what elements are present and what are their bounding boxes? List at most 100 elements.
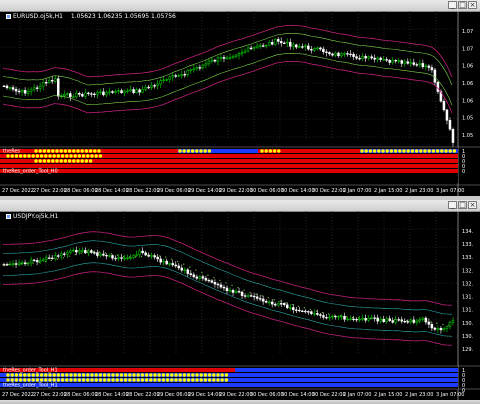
ma-dot [394, 319, 396, 321]
candle [60, 253, 63, 257]
price-chart[interactable]: 134. 133. 133. 132. 132. 131. 131. 130. 130. 129.… [0, 211, 480, 400]
signal-dot [207, 378, 212, 382]
ma-dot [32, 262, 34, 264]
indicator-bar [0, 373, 458, 377]
time-axis-label: 29 Dec 22:00 [219, 188, 253, 194]
candle [189, 69, 193, 71]
candle [267, 301, 271, 304]
candle [132, 89, 135, 93]
signal-dot [42, 149, 47, 153]
price-axis-label: 134. [462, 229, 474, 235]
signal-dot [186, 378, 191, 382]
eurusd-chart-window[interactable]: _ □ × EURUSD.oj5k,H1 1.05623 1.06235 1.0… [0, 0, 480, 196]
signal-dot [149, 373, 153, 377]
ma-dot [56, 258, 58, 260]
price-chart[interactable]: 1.07 1.07 1.06 1.06 1.06 1.05 1.05 theRes theRes… [0, 11, 480, 196]
price-axis-label: 133. [462, 242, 474, 248]
time-axis-label: 28 Dec 22:00 [126, 392, 160, 398]
candle [174, 75, 178, 77]
signal-dot [10, 373, 14, 377]
candle [234, 54, 238, 57]
ma-dot [237, 287, 239, 289]
ma-dot [8, 263, 10, 265]
signal-dot [80, 149, 84, 153]
candle [90, 93, 93, 95]
candle [373, 57, 376, 60]
minimize-button[interactable]: _ [448, 201, 457, 209]
signal-dot [115, 373, 119, 377]
maximize-button[interactable]: □ [458, 201, 467, 209]
signal-dot [165, 378, 170, 382]
candle [75, 249, 78, 253]
signal-dot [203, 378, 208, 382]
ma-dot [442, 324, 444, 326]
candle [168, 76, 171, 80]
ma-dot [86, 251, 88, 253]
ma-dot [231, 284, 233, 286]
candle [165, 260, 168, 265]
candle [99, 91, 102, 93]
signal-dot [94, 154, 98, 158]
ma-dot [207, 274, 209, 276]
candle [379, 318, 382, 322]
candle [270, 301, 274, 305]
ma-dot [321, 312, 324, 314]
candle [301, 310, 304, 312]
signal-dot [111, 378, 115, 382]
candle [150, 85, 153, 88]
time-axis-label: 29 Dec 14:00 [188, 392, 222, 398]
maximize-button[interactable]: □ [458, 1, 467, 9]
ma-dot [436, 322, 438, 324]
time-axis-label: 28 Dec 14:00 [95, 188, 129, 194]
candle [385, 318, 388, 322]
ma-dot [20, 263, 22, 265]
candle [331, 315, 334, 318]
candle [123, 257, 126, 260]
signal-dot [60, 378, 65, 382]
signal-dot [56, 378, 61, 382]
indicator-bar [60, 159, 458, 163]
candle [198, 67, 202, 69]
usdjpy-chart-window[interactable]: _ □ × USDJPY.oj5k,H1 134. 133. 133. 132. 132… [0, 200, 480, 400]
ma-dot [14, 263, 16, 265]
signal-dot [90, 154, 94, 158]
signal-dot [199, 378, 203, 382]
signal-dot [18, 154, 23, 158]
candle [325, 51, 328, 53]
candle [376, 57, 379, 60]
candle [129, 89, 132, 91]
signal-dot [190, 149, 195, 153]
time-axis-label: 2 Jan 07:00 [343, 188, 371, 194]
signal-dot [119, 378, 124, 382]
next-window-titlebar[interactable] [0, 400, 480, 404]
time-axis-label: 27 Dec 2022 [2, 188, 34, 194]
candle [325, 317, 328, 319]
candle [279, 41, 283, 44]
candle [316, 47, 319, 49]
signal-dot [10, 378, 14, 382]
candle [168, 263, 171, 265]
minimize-button[interactable]: _ [448, 1, 457, 9]
candle [129, 257, 132, 259]
candle [105, 92, 108, 96]
time-axis-label: 29 Dec 22:00 [219, 392, 253, 398]
signal-dot [452, 149, 457, 153]
candle [210, 59, 214, 62]
candle [228, 289, 232, 292]
signal-dot [178, 149, 182, 153]
ma-dot [430, 321, 432, 323]
signal-dot [195, 149, 199, 153]
candle [186, 70, 190, 75]
candle [32, 87, 36, 90]
close-button[interactable]: × [468, 201, 477, 209]
candle [174, 264, 178, 267]
candle [282, 42, 286, 44]
signal-dot [174, 373, 178, 377]
ma-dot [104, 252, 107, 254]
signal-dot [6, 373, 10, 377]
signal-dot [81, 378, 86, 382]
candle [424, 317, 428, 323]
signal-dot [14, 378, 19, 382]
candle [279, 303, 283, 305]
close-button[interactable]: × [468, 1, 477, 9]
